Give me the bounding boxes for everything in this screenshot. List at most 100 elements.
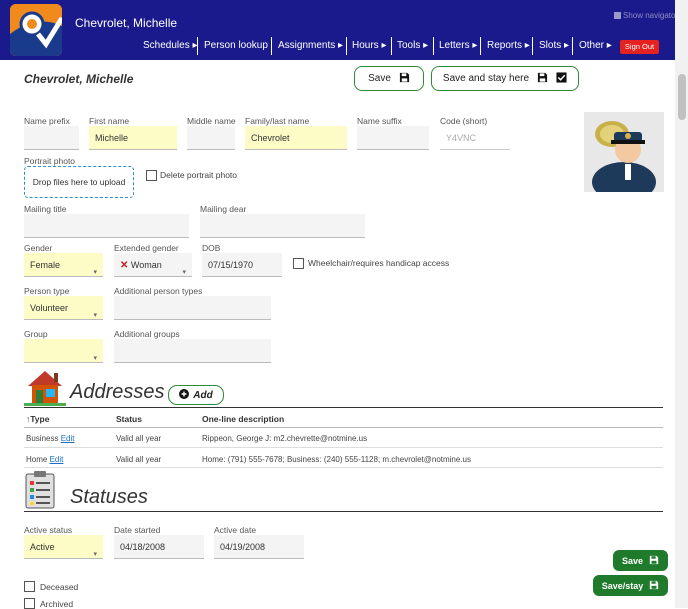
mailing-title-label: Mailing title	[24, 204, 67, 214]
chevron-down-icon: ▾	[93, 269, 97, 276]
column-header-status[interactable]: Status	[116, 414, 142, 424]
mailing-title-input[interactable]	[24, 214, 189, 238]
wheelchair-label: Wheelchair/requires handicap access	[308, 258, 450, 268]
scrollbar-thumb[interactable]	[678, 74, 686, 120]
column-header-type[interactable]: ↑Type	[26, 414, 49, 424]
nav-slots[interactable]: Slots ▸	[539, 40, 569, 51]
nav-schedules[interactable]: Schedules ▸	[143, 40, 198, 51]
nav-separator	[433, 37, 434, 55]
checkbox-icon	[614, 12, 621, 19]
chevron-down-icon: ▾	[93, 312, 97, 319]
checkbox-checked-icon	[556, 71, 567, 86]
floppy-disk-icon	[537, 72, 548, 86]
chevron-down-icon: ▾	[182, 269, 186, 276]
nav-hours[interactable]: Hours ▸	[352, 40, 386, 51]
name-suffix-label: Name suffix	[357, 116, 402, 126]
nav-other[interactable]: Other ▸	[579, 40, 612, 51]
column-header-description[interactable]: One-line description	[202, 414, 284, 424]
additional-groups-input[interactable]	[114, 339, 271, 363]
nav-separator	[532, 37, 533, 55]
additional-person-types-input[interactable]	[114, 296, 271, 320]
current-user-name: Chevrolet, Michelle	[75, 16, 178, 30]
active-date-label: Active date	[214, 525, 257, 535]
save-button-small[interactable]: Save	[613, 550, 668, 571]
code-short-field: Y4VNC	[440, 126, 510, 150]
dob-label: DOB	[202, 243, 221, 253]
row-divider	[24, 447, 663, 448]
table-row: Home Edit	[26, 455, 64, 464]
row-divider	[24, 467, 663, 468]
nav-person-lookup[interactable]: Person lookup	[204, 40, 268, 51]
nav-separator	[197, 37, 198, 55]
nav-separator	[480, 37, 481, 55]
page-title: Chevrolet, Michelle	[24, 72, 134, 86]
group-select[interactable]: ▾	[24, 339, 103, 363]
floppy-disk-icon	[399, 72, 410, 86]
dob-input[interactable]: 07/15/1970	[202, 253, 282, 277]
floppy-disk-icon	[649, 555, 659, 567]
address-description: Rippeon, George J: m2.chevrette@notmine.…	[202, 434, 368, 443]
active-status-label: Active status	[24, 525, 73, 535]
section-divider	[24, 511, 663, 512]
address-status: Valid all year	[116, 434, 162, 443]
edit-address-link[interactable]: Edit	[61, 434, 75, 443]
nav-letters[interactable]: Letters ▸	[439, 40, 477, 51]
save-stay-button-small[interactable]: Save/stay	[593, 575, 668, 596]
nav-separator	[346, 37, 347, 55]
add-address-button[interactable]: Add	[168, 385, 224, 405]
checklist-icon	[24, 471, 56, 509]
delete-portrait-checkbox[interactable]	[146, 170, 157, 181]
name-suffix-input[interactable]	[357, 126, 429, 150]
deceased-label: Deceased	[40, 582, 79, 592]
active-date-input[interactable]: 04/19/2008	[214, 535, 304, 559]
save-and-stay-button[interactable]: Save and stay here	[431, 66, 579, 91]
address-description: Home: (791) 555-7678; Business: (240) 55…	[202, 455, 472, 464]
middle-name-input[interactable]	[187, 126, 235, 150]
code-short-label: Code (short)	[440, 116, 488, 126]
first-name-label: First name	[89, 116, 130, 126]
nav-reports[interactable]: Reports ▸	[487, 40, 530, 51]
clear-x-icon[interactable]: ✕	[120, 260, 128, 271]
person-type-label: Person type	[24, 286, 70, 296]
deceased-checkbox[interactable]	[24, 581, 35, 592]
plus-circle-icon	[179, 388, 190, 402]
app-logo[interactable]	[10, 4, 62, 56]
portrait-drop-zone[interactable]: Drop files here to upload	[24, 166, 134, 198]
extended-gender-label: Extended gender	[114, 243, 179, 253]
chevron-down-icon: ▾	[93, 355, 97, 362]
mailing-dear-input[interactable]	[200, 214, 365, 238]
name-prefix-label: Name prefix	[24, 116, 70, 126]
gender-label: Gender	[24, 243, 53, 253]
sign-out-button[interactable]: Sign Out	[620, 40, 659, 54]
date-started-input[interactable]: 04/18/2008	[114, 535, 204, 559]
group-label: Group	[24, 329, 48, 339]
name-prefix-input[interactable]	[24, 126, 79, 150]
additional-groups-label: Additional groups	[114, 329, 180, 339]
nav-assignments[interactable]: Assignments ▸	[278, 40, 343, 51]
nav-separator	[572, 37, 573, 55]
last-name-input[interactable]: Chevrolet	[245, 126, 347, 150]
active-status-select[interactable]: Active ▾	[24, 535, 103, 559]
nav-separator	[391, 37, 392, 55]
mailing-dear-label: Mailing dear	[200, 204, 247, 214]
statuses-section-title: Statuses	[70, 486, 148, 508]
edit-address-link[interactable]: Edit	[50, 455, 64, 464]
date-started-label: Date started	[114, 525, 161, 535]
first-name-input[interactable]: Michelle	[89, 126, 177, 150]
address-status: Valid all year	[116, 455, 162, 464]
gender-select[interactable]: Female ▾	[24, 253, 103, 277]
additional-person-types-label: Additional person types	[114, 286, 203, 296]
last-name-label: Family/last name	[245, 116, 310, 126]
show-navigator-toggle[interactable]: Show navigator	[614, 11, 678, 20]
nav-tools[interactable]: Tools ▸	[397, 40, 428, 51]
wheelchair-checkbox[interactable]	[293, 258, 304, 269]
archived-checkbox[interactable]	[24, 598, 35, 609]
portrait-photo	[584, 112, 664, 202]
extended-gender-select[interactable]: ✕ Woman ▾	[114, 253, 192, 277]
chevron-down-icon: ▾	[93, 551, 97, 558]
floppy-disk-icon	[649, 580, 659, 592]
save-button[interactable]: Save	[354, 66, 424, 91]
table-row: Business Edit	[26, 434, 75, 443]
person-type-select[interactable]: Volunteer ▾	[24, 296, 103, 320]
addresses-section-title: Addresses	[70, 381, 165, 403]
